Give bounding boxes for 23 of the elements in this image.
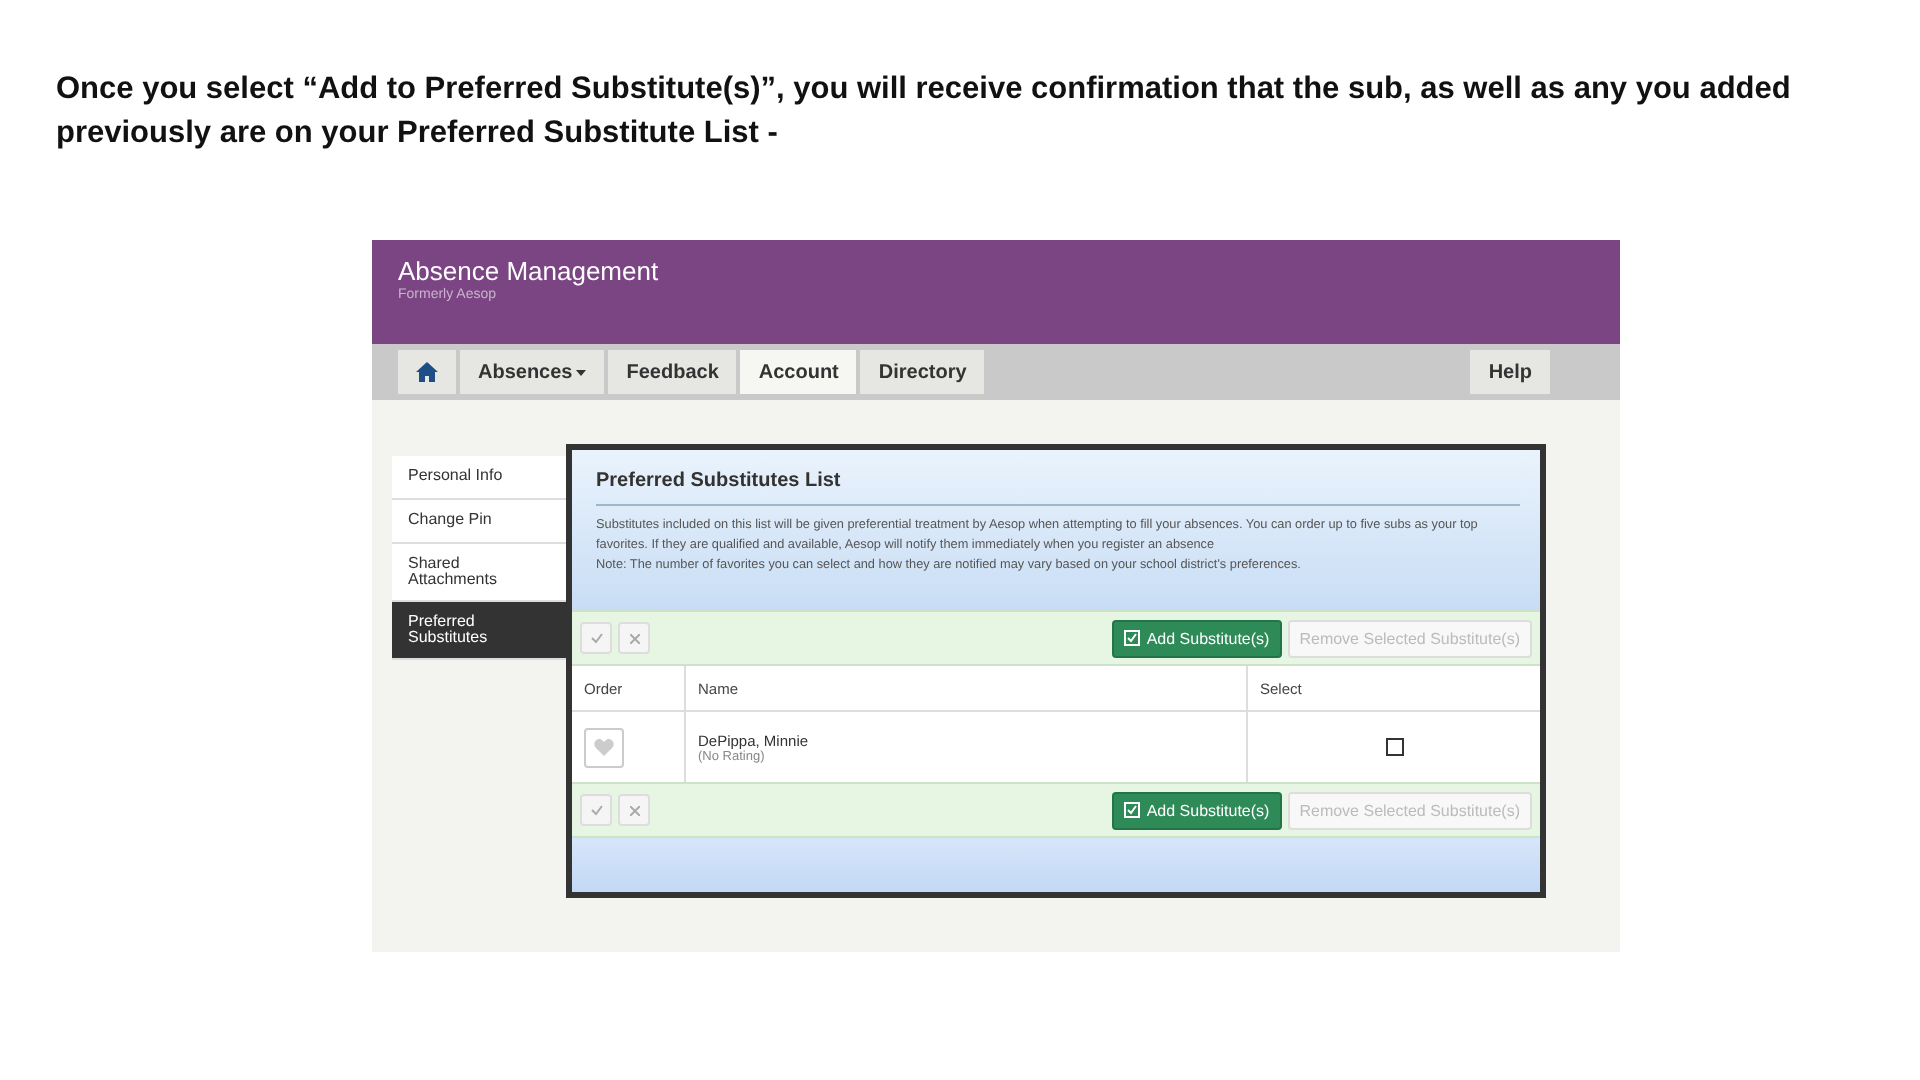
add-substitute-button[interactable]: Add Substitute(s): [1112, 791, 1282, 829]
panel-title: Preferred Substitutes List: [596, 470, 1520, 506]
close-icon: [629, 805, 639, 815]
caret-icon: [576, 369, 587, 375]
caption: Once you select “Add to Preferred Substitute(s)”, you will receive confirmation that the sub, as well as any you added previously are on your Preferred Substitute List -: [56, 70, 1793, 154]
check-square-icon: [1124, 802, 1141, 818]
heart-icon: [594, 738, 614, 756]
help-tab[interactable]: Help: [1470, 350, 1550, 394]
nav-tab[interactable]: Absences: [460, 350, 605, 394]
nav-tab[interactable]: Directory: [860, 350, 985, 394]
check-square-icon: [1124, 630, 1141, 646]
close-icon: [629, 633, 639, 643]
home-icon: [416, 362, 438, 382]
check-icon: [589, 632, 603, 644]
check-icon: [589, 804, 603, 816]
home-tab[interactable]: [398, 350, 456, 394]
sidebar-item[interactable]: Preferred Substitutes: [392, 602, 566, 660]
favorite-button[interactable]: [584, 727, 624, 767]
nav-tab[interactable]: Feedback: [608, 350, 737, 394]
nav-tab[interactable]: Account: [740, 350, 857, 394]
app-title: Absence Management: [398, 256, 659, 286]
add-substitute-button[interactable]: Add Substitute(s): [1112, 619, 1282, 657]
select-checkbox[interactable]: [1385, 738, 1403, 756]
